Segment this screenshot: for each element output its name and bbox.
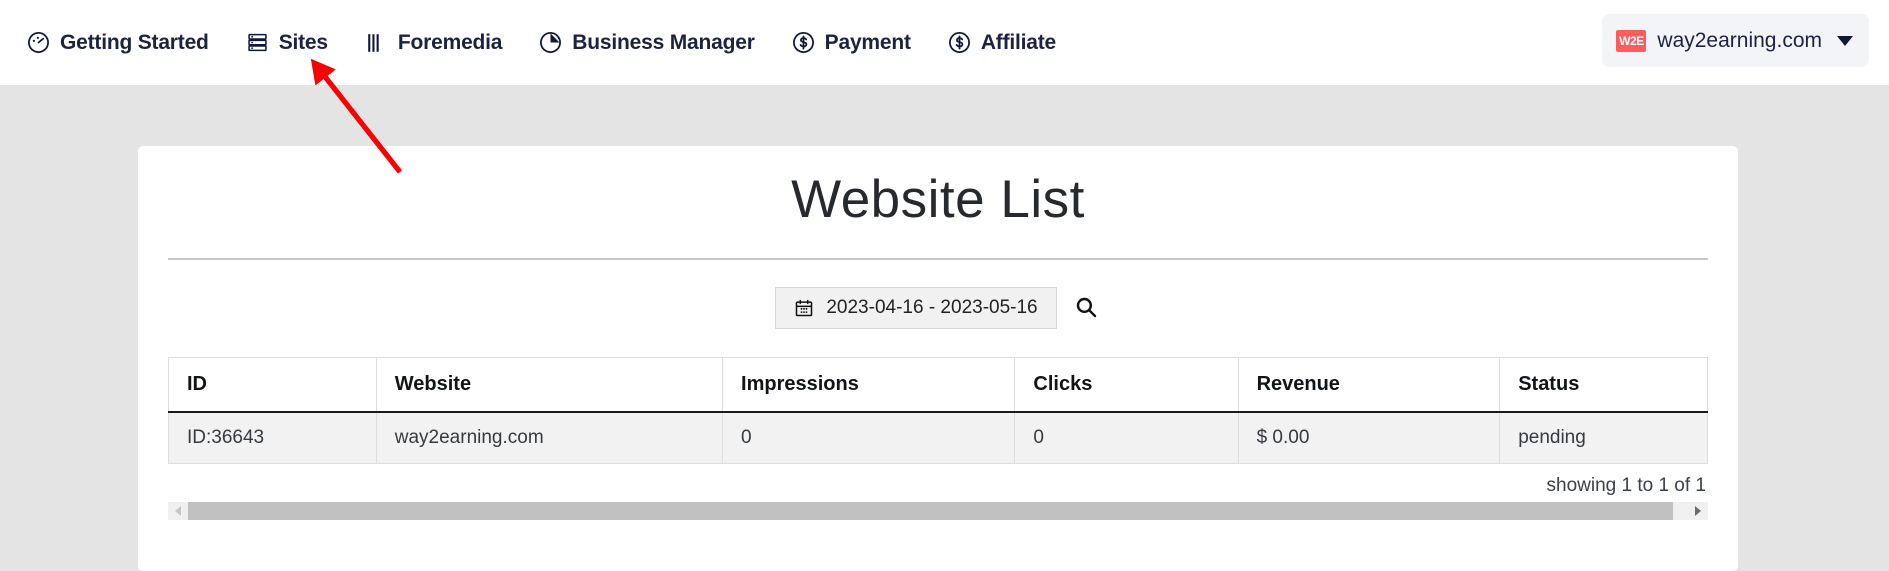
account-name: way2earning.com [1657, 28, 1822, 52]
website-table: ID Website Impressions Clicks Revenue St… [168, 357, 1708, 464]
dollar-circle-icon [791, 30, 816, 55]
cell-website: way2earning.com [375, 411, 724, 464]
scrollbar-thumb[interactable] [188, 502, 1673, 520]
cell-impressions: 0 [722, 411, 1016, 464]
nav-item-label: Sites [278, 30, 328, 54]
gauge-icon [26, 30, 51, 55]
nav-item-label: Foremedia [397, 30, 503, 54]
scrollbar-track[interactable] [188, 502, 1688, 520]
nav-item-label: Business Manager [572, 30, 755, 54]
column-header-id[interactable]: ID [168, 357, 377, 413]
nav-items: Getting Started Sites Foremedia Business… [0, 24, 1084, 61]
dollar-circle-icon [947, 30, 972, 55]
scroll-right-button[interactable] [1688, 502, 1708, 520]
horizontal-scrollbar[interactable] [168, 502, 1708, 520]
search-button[interactable] [1071, 293, 1101, 323]
w2e-logo-badge: W2E [1616, 29, 1647, 52]
top-navigation-bar: Getting Started Sites Foremedia Business… [0, 0, 1889, 85]
table-row[interactable]: ID:36643 way2earning.com 0 0 $ 0.00 pend… [168, 411, 1708, 464]
scroll-left-button[interactable] [168, 502, 188, 520]
column-header-clicks[interactable]: Clicks [1014, 357, 1239, 413]
nav-item-foremedia[interactable]: Foremedia [356, 24, 530, 61]
server-stack-icon [245, 30, 270, 55]
date-range-value: 2023-04-16 - 2023-05-16 [826, 297, 1038, 318]
nav-item-getting-started[interactable]: Getting Started [18, 24, 237, 61]
cell-clicks: 0 [1014, 411, 1239, 464]
column-header-impressions[interactable]: Impressions [722, 357, 1016, 413]
column-header-status[interactable]: Status [1499, 357, 1708, 413]
nav-item-label: Affiliate [980, 30, 1057, 54]
cell-revenue: $ 0.00 [1237, 411, 1501, 464]
cell-status: pending [1499, 411, 1708, 464]
column-header-website[interactable]: Website [375, 357, 724, 413]
pie-chart-icon [538, 30, 563, 55]
pagination-summary: showing 1 to 1 of 1 [1546, 475, 1707, 496]
nav-item-label: Getting Started [60, 30, 209, 54]
bars-icon [364, 30, 389, 55]
triangle-left-icon [175, 506, 181, 516]
nav-item-label: Payment [824, 30, 911, 54]
nav-item-payment[interactable]: Payment [783, 24, 939, 61]
column-header-revenue[interactable]: Revenue [1237, 357, 1501, 413]
nav-item-sites[interactable]: Sites [237, 24, 356, 61]
date-range-picker[interactable]: 2023-04-16 - 2023-05-16 [775, 287, 1057, 329]
website-list-card: Website List 2023-04-16 - 2023-05-16 ID … [138, 146, 1738, 571]
website-table-wrapper: ID Website Impressions Clicks Revenue St… [168, 357, 1708, 520]
nav-item-business-manager[interactable]: Business Manager [530, 24, 782, 61]
search-icon [1074, 295, 1098, 322]
cell-id: ID:36643 [168, 411, 377, 464]
calendar-icon [794, 298, 814, 318]
account-menu[interactable]: W2E way2earning.com [1602, 14, 1869, 67]
triangle-right-icon [1695, 506, 1701, 516]
filter-row: 2023-04-16 - 2023-05-16 [138, 287, 1738, 329]
page-title: Website List [791, 170, 1085, 229]
table-header-row: ID Website Impressions Clicks Revenue St… [168, 357, 1708, 413]
title-divider [168, 258, 1708, 260]
nav-item-affiliate[interactable]: Affiliate [939, 24, 1084, 61]
chevron-down-icon[interactable] [1837, 35, 1853, 46]
